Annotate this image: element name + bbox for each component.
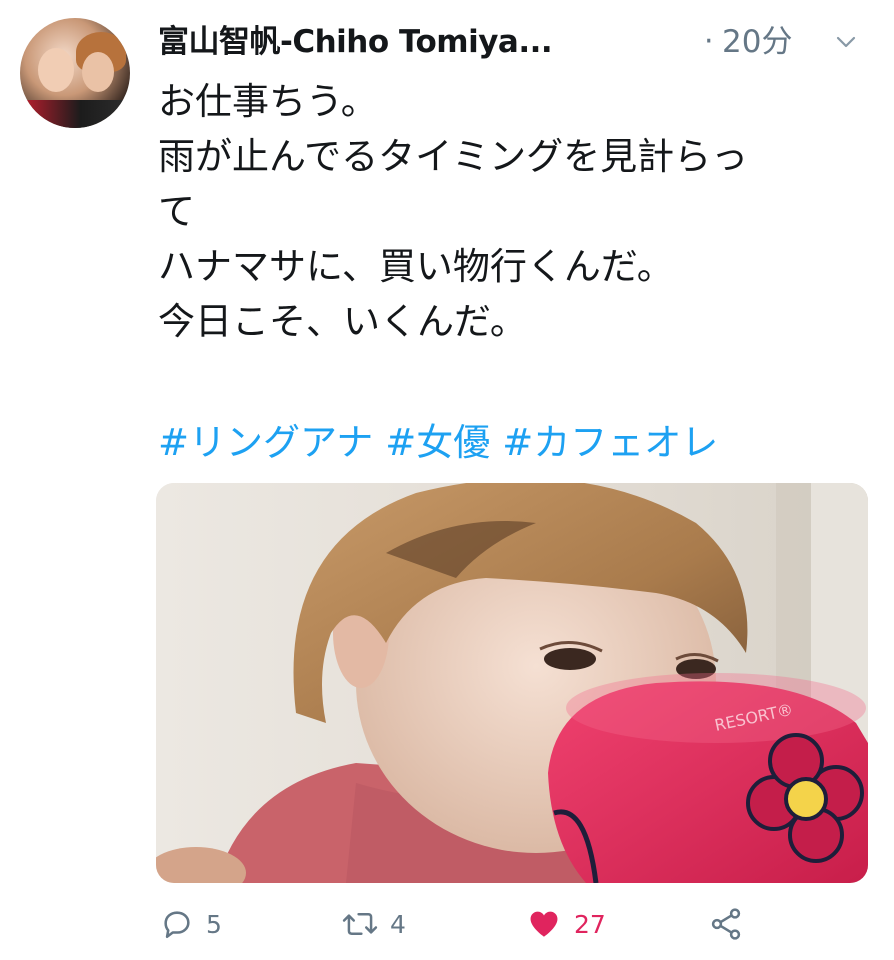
tweet-actions: 5 4 27 <box>158 900 870 950</box>
tweet-text-line: 雨が止んでるタイミングを見計らっ <box>158 135 749 178</box>
tweet-text-line: て <box>158 190 195 233</box>
hashtag-link[interactable]: #カフェオレ <box>502 421 718 464</box>
reply-count: 5 <box>206 909 222 939</box>
share-button[interactable] <box>708 904 744 944</box>
like-count: 27 <box>574 909 606 939</box>
author-avatar[interactable] <box>20 18 130 128</box>
photo-illustration: RESORT® <box>156 483 868 883</box>
chevron-down-icon[interactable] <box>834 30 858 54</box>
author-name[interactable]: 富山智帆-Chiho Tomiya... <box>158 20 553 64</box>
retweet-icon <box>342 913 378 935</box>
reply-icon <box>164 911 190 939</box>
tweet-text-line: ハナマサに、買い物行くんだ。 <box>158 245 674 288</box>
tweet-text: お仕事ちう。 雨が止んでるタイミングを見計らっ て ハナマサに、買い物行くんだ。… <box>158 74 870 349</box>
retweet-count: 4 <box>390 909 406 939</box>
tweet-text-line: お仕事ちう。 <box>158 80 378 123</box>
separator-dot: · <box>704 24 714 59</box>
avatar-clothing <box>20 100 130 128</box>
hashtag-list: #リングアナ #女優 #カフェオレ <box>158 415 730 470</box>
avatar-face <box>38 48 74 92</box>
hashtag-link[interactable]: #女優 <box>385 421 490 464</box>
hashtag-link[interactable]: #リングアナ <box>158 421 373 464</box>
share-icon <box>711 908 741 940</box>
tweet-header: 富山智帆-Chiho Tomiya... · 20分 <box>158 20 868 66</box>
tweet-timestamp[interactable]: 20分 <box>722 20 792 64</box>
retweet-button[interactable]: 4 <box>342 904 406 944</box>
tweet-photo[interactable]: RESORT® <box>156 483 868 883</box>
tweet-text-line: 今日こそ、いくんだ。 <box>158 300 527 343</box>
reply-button[interactable]: 5 <box>160 904 222 944</box>
heart-icon <box>530 911 558 937</box>
avatar-face <box>82 52 114 92</box>
like-button[interactable]: 27 <box>526 904 606 944</box>
